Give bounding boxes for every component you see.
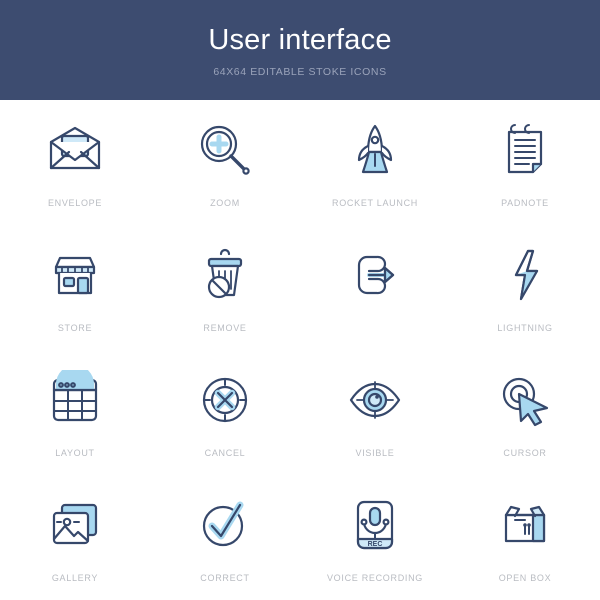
icon-label: cancel (204, 448, 246, 458)
icon-cell-open-box[interactable]: open box (450, 475, 600, 600)
envelope-icon (43, 118, 107, 182)
icon-label: layout (55, 448, 95, 458)
icon-label: visible (355, 448, 395, 458)
icon-sheet-page: User interface 64X64 EDITABLE STOKE ICON… (0, 0, 600, 600)
trash-prohibited-icon (193, 243, 257, 307)
icon-cell-lightning[interactable]: lightning (450, 225, 600, 350)
icon-label: correct (200, 573, 250, 583)
rocket-icon (343, 118, 407, 182)
icon-label: remove (203, 323, 247, 333)
window-grid-icon (43, 368, 107, 432)
icon-label: zoom (210, 198, 240, 208)
logout-arrow-icon (343, 243, 407, 307)
icon-cell-padnote[interactable]: padnote (450, 100, 600, 225)
icon-cell-envelope[interactable]: envelope (0, 100, 150, 225)
icon-label: open box (498, 573, 552, 583)
photo-stack-icon (43, 493, 107, 557)
icon-grid: envelope zoom (0, 100, 600, 600)
eye-icon (343, 368, 407, 432)
icon-label: voice recording (326, 573, 423, 583)
cursor-pointer-icon (493, 368, 557, 432)
icon-label: rocket launch (332, 198, 418, 208)
icon-cell-logout[interactable] (300, 225, 450, 350)
icon-label: cursor (503, 448, 547, 458)
icon-cell-cancel[interactable]: cancel (150, 350, 300, 475)
microphone-rec-icon: REC (343, 493, 407, 557)
icon-cell-remove[interactable]: remove (150, 225, 300, 350)
icon-label: store (57, 323, 93, 333)
icon-cell-rocket-launch[interactable]: rocket launch (300, 100, 450, 225)
icon-label: padnote (501, 198, 549, 208)
icon-cell-voice-recording[interactable]: REC voice recording (300, 475, 450, 600)
page-header: User interface 64X64 EDITABLE STOKE ICON… (0, 0, 600, 100)
icon-cell-visible[interactable]: visible (300, 350, 450, 475)
magnifier-plus-icon (193, 118, 257, 182)
page-title: User interface (208, 23, 392, 56)
icon-label: lightning (497, 323, 553, 333)
icon-cell-correct[interactable]: correct (150, 475, 300, 600)
storefront-icon (43, 243, 107, 307)
icon-cell-zoom[interactable]: zoom (150, 100, 300, 225)
open-box-icon (493, 493, 557, 557)
icon-cell-store[interactable]: store (0, 225, 150, 350)
icon-cell-cursor[interactable]: cursor (450, 350, 600, 475)
page-subtitle: 64X64 EDITABLE STOKE ICONS (213, 65, 387, 78)
icon-cell-layout[interactable]: layout (0, 350, 150, 475)
svg-text:REC: REC (368, 541, 383, 548)
lightning-bolt-icon (493, 243, 557, 307)
icon-label: envelope (47, 198, 103, 208)
circle-x-icon (193, 368, 257, 432)
icon-label: gallery (51, 573, 99, 583)
notepad-icon (493, 118, 557, 182)
circle-check-icon (193, 493, 257, 557)
icon-cell-gallery[interactable]: gallery (0, 475, 150, 600)
